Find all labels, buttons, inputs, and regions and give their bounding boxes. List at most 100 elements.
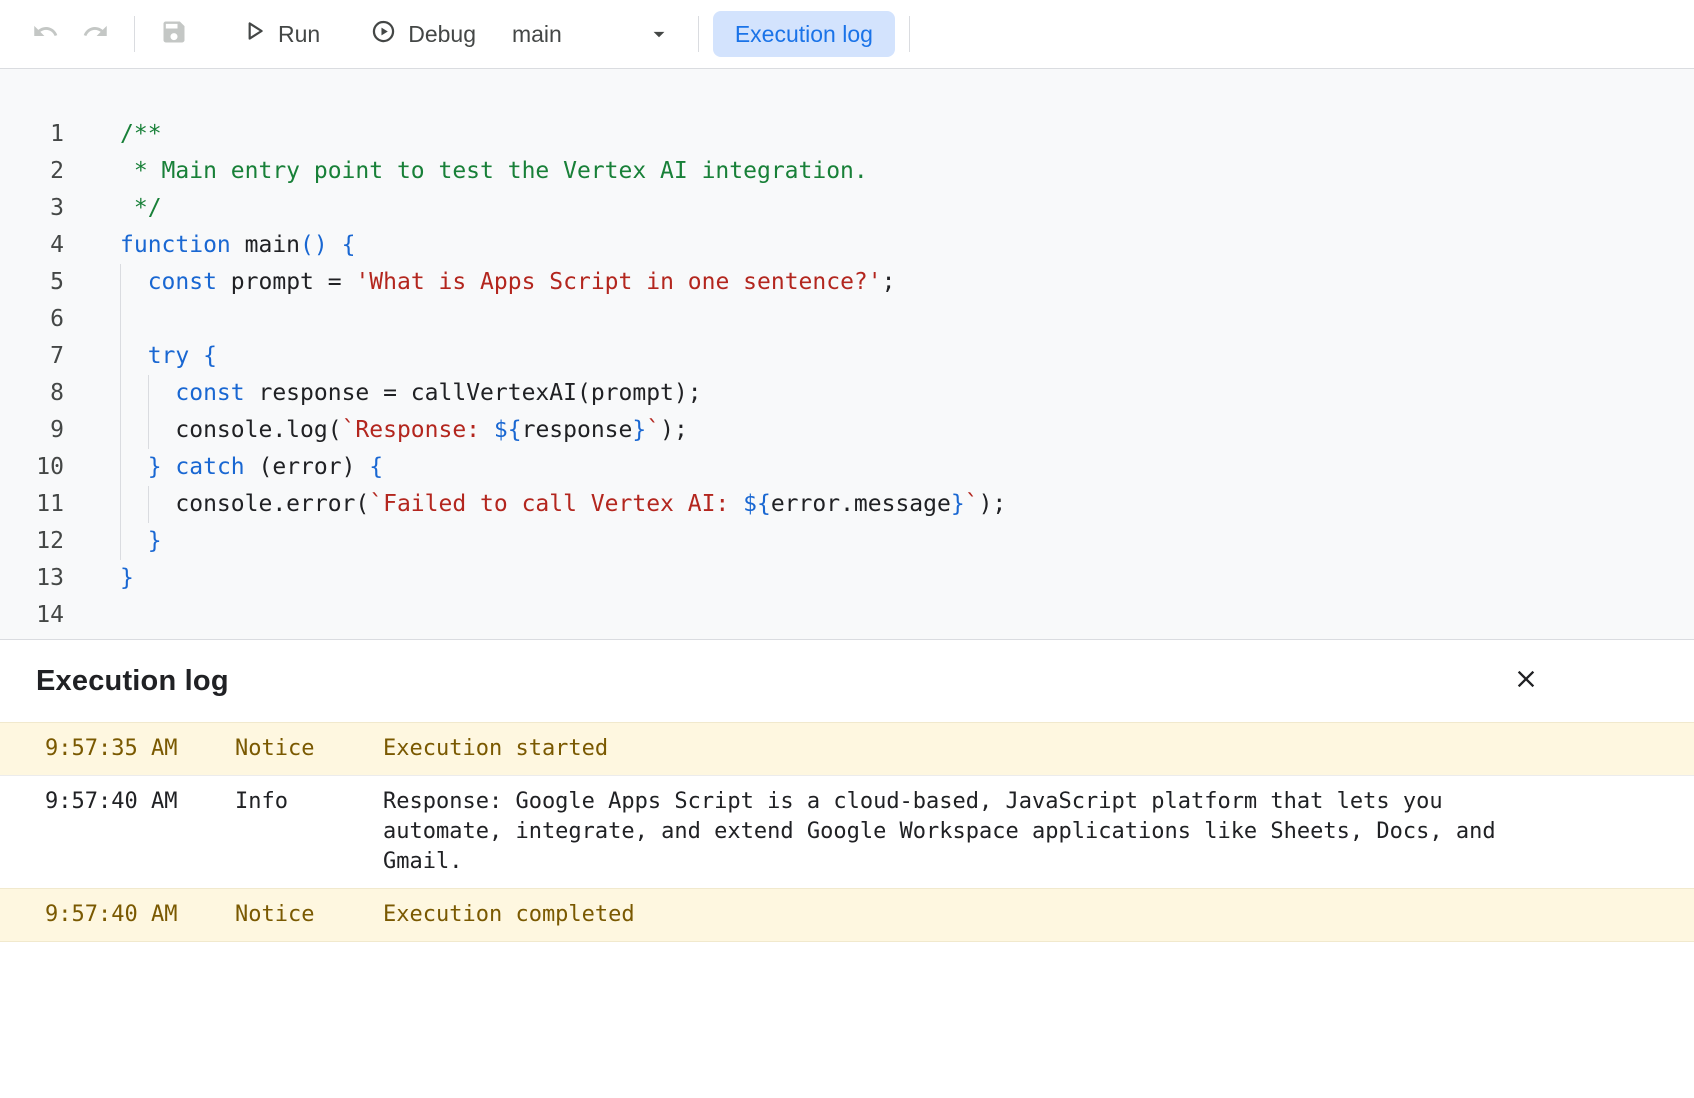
code-token: (error) [245, 454, 370, 480]
code-token [120, 528, 148, 554]
code-token [120, 269, 148, 295]
code-token: const [148, 269, 217, 295]
chevron-down-icon [646, 21, 672, 47]
log-message: Response: Google Apps Script is a cloud-… [383, 787, 1503, 877]
code-token: main [231, 232, 300, 258]
log-level: Notice [235, 734, 383, 764]
log-message: Execution completed [383, 900, 635, 930]
code-token: 'What is Apps Script in one sentence?' [355, 269, 881, 295]
save-project-icon [160, 18, 188, 51]
line-number[interactable]: 1 [0, 116, 64, 153]
indent-guide-icon [120, 264, 121, 301]
code-line: } [120, 560, 1006, 597]
code-line: console.error(`Failed to call Vertex AI:… [120, 486, 1006, 523]
line-number[interactable]: 12 [0, 523, 64, 560]
redo-icon [82, 18, 109, 50]
line-number[interactable]: 2 [0, 153, 64, 190]
code-token: { [203, 343, 217, 369]
close-log-button[interactable] [1504, 659, 1548, 703]
line-number[interactable]: 4 [0, 227, 64, 264]
log-entry: 9:57:40 AMInfoResponse: Google Apps Scri… [0, 775, 1694, 888]
toolbar-divider [134, 16, 135, 52]
code-editor[interactable]: 1234567891011121314 /** * Main entry poi… [0, 69, 1694, 640]
log-entry: 9:57:40 AMNoticeExecution completed [0, 888, 1694, 942]
toolbar-divider [698, 16, 699, 52]
line-number[interactable]: 11 [0, 486, 64, 523]
line-number[interactable]: 6 [0, 301, 64, 338]
log-level: Info [235, 787, 383, 817]
save-project-button[interactable] [149, 10, 199, 58]
code-token: console.error( [120, 491, 369, 517]
toolbar-divider [909, 16, 910, 52]
indent-guide-icon [120, 375, 121, 412]
selected-function: main [512, 21, 562, 48]
code-token: ); [979, 491, 1007, 517]
execution-log-panel: Execution log 9:57:35 AMNoticeExecution … [0, 640, 1694, 942]
undo-icon [32, 18, 59, 50]
function-selector[interactable]: main [492, 10, 684, 58]
code-token: function [120, 232, 231, 258]
code-token: ` [646, 417, 660, 443]
line-number[interactable]: 9 [0, 412, 64, 449]
debug-button[interactable]: Debug [354, 10, 492, 58]
code-line: console.log(`Response: ${response}`); [120, 412, 1006, 449]
code-token: } [951, 491, 965, 517]
code-line: const response = callVertexAI(prompt); [120, 375, 1006, 412]
code-line: function main() { [120, 227, 1006, 264]
code-line: } [120, 523, 1006, 560]
code-token: error.message [771, 491, 951, 517]
code-token: try [148, 343, 190, 369]
debug-icon [370, 18, 397, 51]
indent-guide-icon [120, 412, 121, 449]
code-line: const prompt = 'What is Apps Script in o… [120, 264, 1006, 301]
code-lines: /** * Main entry point to test the Verte… [120, 116, 1006, 639]
log-time: 9:57:40 AM [0, 787, 235, 817]
indent-guide-icon [148, 375, 149, 412]
code-line: try { [120, 338, 1006, 375]
line-number-gutter: 1234567891011121314 [0, 116, 64, 639]
line-number[interactable]: 10 [0, 449, 64, 486]
code-token: catch [175, 454, 244, 480]
code-token [189, 343, 203, 369]
code-token [120, 454, 148, 480]
indent-guide-icon [148, 412, 149, 449]
line-number[interactable]: 3 [0, 190, 64, 227]
line-number[interactable]: 5 [0, 264, 64, 301]
run-label: Run [278, 21, 320, 48]
code-token: { [369, 454, 383, 480]
indent-guide-icon [120, 486, 121, 523]
log-title: Execution log [36, 665, 229, 698]
log-header: Execution log [0, 640, 1694, 722]
log-level: Notice [235, 900, 383, 930]
code-token [328, 232, 342, 258]
indent-guide-icon [120, 338, 121, 375]
code-line [120, 597, 1006, 634]
line-number[interactable]: 8 [0, 375, 64, 412]
run-button[interactable]: Run [225, 10, 336, 58]
undo-button[interactable] [20, 10, 70, 58]
code-token: /** [120, 121, 162, 147]
code-line: } catch (error) { [120, 449, 1006, 486]
code-token: * Main entry point to test the Vertex AI… [120, 158, 868, 184]
indent-guide-icon [148, 486, 149, 523]
code-token: ); [660, 417, 688, 443]
code-line: * Main entry point to test the Vertex AI… [120, 153, 1006, 190]
apps-script-ide: Run Debug main Execution log 12345678910… [0, 0, 1694, 942]
code-token: const [175, 380, 244, 406]
line-number[interactable]: 14 [0, 597, 64, 634]
toolbar: Run Debug main Execution log [0, 0, 1694, 69]
code-line: /** [120, 116, 1006, 153]
debug-label: Debug [408, 21, 476, 48]
execution-log-button[interactable]: Execution log [713, 11, 895, 57]
code-token: } [632, 417, 646, 443]
code-token: () [300, 232, 328, 258]
redo-button[interactable] [70, 10, 120, 58]
log-entry: 9:57:35 AMNoticeExecution started [0, 722, 1694, 775]
line-number[interactable]: 13 [0, 560, 64, 597]
code-token: ; [882, 269, 896, 295]
code-token: ` [965, 491, 979, 517]
line-number[interactable]: 7 [0, 338, 64, 375]
code-token: ${ [494, 417, 522, 443]
code-token: `Failed to call Vertex AI: [369, 491, 743, 517]
code-token [120, 343, 148, 369]
